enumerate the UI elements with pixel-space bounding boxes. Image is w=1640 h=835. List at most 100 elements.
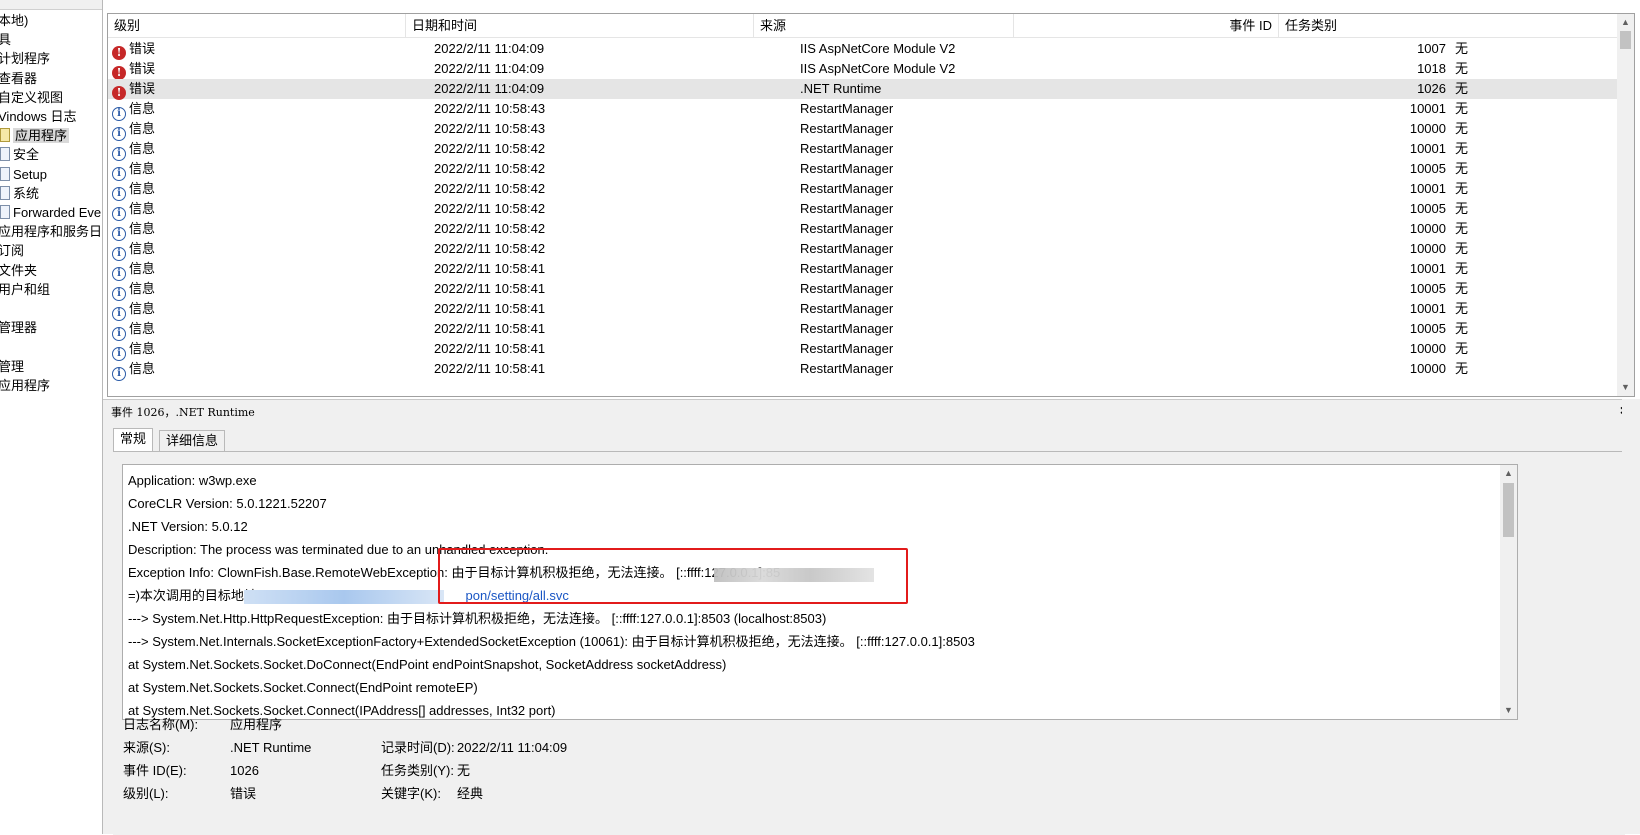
level-cell: i 信息 — [112, 199, 406, 221]
date-cell: 2022/2/11 10:58:41 — [434, 281, 546, 296]
level-text: 信息 — [129, 201, 156, 216]
table-row[interactable]: ! 错误 2022/2/11 11:04:09 IIS AspNetCore Modu… — [108, 39, 1618, 60]
tree-item[interactable]: 订阅 — [0, 241, 24, 260]
scroll-up-icon[interactable]: ▲ — [1500, 465, 1517, 482]
log-icon — [0, 205, 10, 219]
log-icon — [0, 166, 10, 181]
tree-item[interactable]: Forwarded Eve — [0, 203, 101, 222]
table-row[interactable]: i 信息 2022/2/11 10:58:41 RestartManager 10005… — [108, 319, 1618, 341]
info-icon: i — [112, 367, 126, 381]
tree-item[interactable]: 管理器 — [0, 318, 37, 337]
table-row[interactable]: ! 错误 2022/2/11 11:04:09 .NET Runtime 1026 无 — [108, 79, 1618, 100]
table-row[interactable]: i 信息 2022/2/11 10:58:41 RestartManager 10001… — [108, 259, 1618, 281]
tree-item[interactable]: 应用程序 — [0, 376, 50, 395]
log-icon — [0, 185, 10, 200]
scroll-up-icon[interactable]: ▲ — [1617, 14, 1634, 31]
task-cell: 无 — [1455, 181, 1469, 196]
task-cell: 无 — [1455, 261, 1469, 276]
source-cell: RestartManager — [800, 221, 894, 236]
column-header-date[interactable]: 日期和时间 — [406, 14, 754, 38]
source-cell: RestartManager — [800, 121, 894, 136]
tree-item[interactable]: 系统 — [0, 184, 39, 203]
column-header-source[interactable]: 来源 — [754, 14, 1014, 38]
tree-item-label: Setup — [13, 166, 47, 182]
detail-outer-scrollbar[interactable] — [1622, 399, 1640, 834]
scroll-thumb[interactable] — [1620, 31, 1631, 49]
tree-item-label: 自定义视图 — [0, 89, 64, 105]
task-cell: 无 — [1455, 361, 1469, 376]
table-row[interactable]: i 信息 2022/2/11 10:58:42 RestartManager 10000… — [108, 239, 1618, 261]
tab-general[interactable]: 常规 — [113, 428, 154, 452]
tree-item[interactable]: 文件夹 — [0, 261, 37, 280]
tab-details[interactable]: 详细信息 — [159, 430, 226, 452]
tree-item[interactable]: 安全 — [0, 145, 39, 164]
date-cell: 2022/2/11 10:58:42 — [434, 141, 546, 156]
date-cell: 2022/2/11 10:58:42 — [434, 161, 546, 176]
table-row[interactable]: i 信息 2022/2/11 10:58:41 RestartManager 10000… — [108, 359, 1618, 381]
table-row[interactable]: i 信息 2022/2/11 10:58:42 RestartManager 10001… — [108, 179, 1618, 201]
level-cell: i 信息 — [112, 119, 406, 141]
scroll-down-icon[interactable]: ▼ — [1617, 379, 1634, 396]
scroll-down-icon[interactable]: ▼ — [1500, 702, 1517, 719]
table-row[interactable]: i 信息 2022/2/11 10:58:42 RestartManager 10000… — [108, 219, 1618, 241]
description-text: ---> System.Net.Http.HttpRequestExceptio… — [128, 611, 827, 626]
description-text: at System.Net.Sockets.Socket.Connect(End… — [128, 680, 478, 695]
tree-item[interactable]: 具 — [0, 30, 11, 49]
date-cell: 2022/2/11 10:58:42 — [434, 241, 546, 256]
table-row[interactable]: i 信息 2022/2/11 10:58:41 RestartManager 10001… — [108, 299, 1618, 321]
event-list-header: 级别 日期和时间 来源 事件 ID 任务类别 — [108, 14, 1618, 38]
table-row[interactable]: i 信息 2022/2/11 10:58:42 RestartManager 10005… — [108, 199, 1618, 221]
column-header-event-id[interactable]: 事件 ID — [1208, 14, 1279, 38]
date-cell: 2022/2/11 10:58:42 — [434, 221, 546, 236]
logged-label: 记录时间(D): — [381, 740, 455, 755]
table-row[interactable]: i 信息 2022/2/11 10:58:42 RestartManager 10005… — [108, 159, 1618, 181]
tree-item-label: 应用程序和服务日志 — [0, 224, 103, 240]
level-text: 信息 — [129, 121, 156, 136]
tree-item[interactable]: 计划程序 — [0, 49, 50, 68]
highlight-annotation-box — [438, 548, 908, 604]
table-row[interactable]: i 信息 2022/2/11 10:58:43 RestartManager 10000… — [108, 119, 1618, 141]
column-header-level[interactable]: 级别 — [108, 14, 406, 38]
level-text: 错误 — [129, 41, 156, 56]
level-cell: i 信息 — [112, 319, 406, 341]
table-row[interactable]: i 信息 2022/2/11 10:58:41 RestartManager 10005… — [108, 279, 1618, 301]
tree-item[interactable]: 本地) — [0, 11, 28, 30]
event-id-value: 1026 — [230, 763, 259, 778]
task-cell: 无 — [1455, 161, 1469, 176]
source-label: 来源(S): — [123, 740, 170, 755]
tree-item[interactable]: 应用程序和服务日志 — [0, 222, 103, 241]
tree-item-label: 查看器 — [0, 70, 38, 86]
tree-item[interactable]: 用户和组 — [0, 280, 50, 299]
scroll-thumb[interactable] — [1503, 483, 1514, 537]
source-cell: RestartManager — [800, 101, 894, 116]
tree-item[interactable]: 查看器 — [0, 69, 37, 88]
tree-item[interactable]: Vindows 日志 — [0, 107, 77, 126]
event-list-scrollbar[interactable]: ▲ ▼ — [1617, 14, 1634, 396]
source-cell: RestartManager — [800, 241, 894, 256]
tree-item[interactable]: 自定义视图 — [0, 88, 63, 107]
column-header-task[interactable]: 任务类别 — [1279, 14, 1399, 38]
level-text: 信息 — [129, 261, 156, 276]
source-cell: RestartManager — [800, 261, 894, 276]
level-text: 信息 — [129, 321, 156, 336]
description-line: at System.Net.Sockets.Socket.DoConnect(E… — [128, 653, 975, 676]
event-id-cell: 1026 — [1417, 81, 1446, 96]
table-row[interactable]: ! 错误 2022/2/11 11:04:09 IIS AspNetCore Modu… — [108, 59, 1618, 80]
tree-item[interactable]: 管理 — [0, 357, 24, 376]
tree-item-label: Vindows 日志 — [0, 109, 77, 124]
tree-item[interactable]: Setup — [0, 165, 47, 184]
description-scrollbar[interactable]: ▲ ▼ — [1500, 465, 1517, 719]
log-name-value: 应用程序 — [230, 717, 283, 732]
event-id-cell: 1007 — [1417, 41, 1446, 56]
redacted-blur — [244, 590, 444, 604]
description-text: CoreCLR Version: 5.0.1221.52207 — [128, 496, 327, 511]
source-cell: .NET Runtime — [800, 81, 882, 96]
table-row[interactable]: i 信息 2022/2/11 10:58:43 RestartManager 10001… — [108, 99, 1618, 121]
table-row[interactable]: i 信息 2022/2/11 10:58:41 RestartManager 10000… — [108, 339, 1618, 361]
table-row[interactable]: i 信息 2022/2/11 10:58:42 RestartManager 10001… — [108, 139, 1618, 161]
level-text: 信息 — [129, 221, 156, 236]
event-id-cell: 10005 — [1409, 201, 1446, 216]
tree-item[interactable]: 应用程序 — [0, 126, 70, 145]
task-cell: 无 — [1455, 201, 1469, 216]
tree-item-label: 计划程序 — [0, 51, 51, 67]
